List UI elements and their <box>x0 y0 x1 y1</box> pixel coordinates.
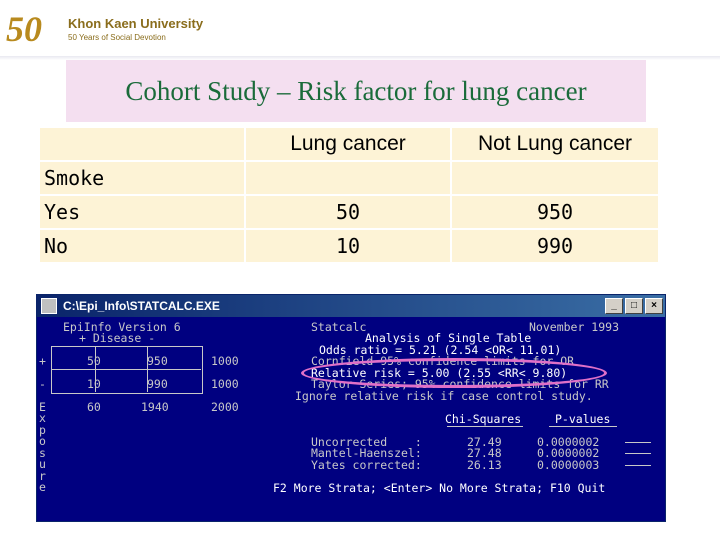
column-total-b: 1940 <box>141 400 169 414</box>
row-label-no: No <box>40 230 244 262</box>
minimize-button[interactable]: _ <box>605 298 623 314</box>
empty-cell <box>246 162 450 194</box>
cell-c: 10 <box>87 377 101 391</box>
console-footer-keys: F2 More Strata; <Enter> No More Strata; … <box>273 481 606 495</box>
chi-label: Yates corrected: <box>311 458 422 472</box>
university-logo: 50 Khon Kaen University 50 Years of Soci… <box>6 6 206 56</box>
close-button[interactable]: × <box>645 298 663 314</box>
column-total-a: 60 <box>87 400 101 414</box>
exposure-plus-sign: + <box>39 354 46 368</box>
contingency-grid <box>51 346 203 394</box>
cell-a: 50 <box>87 354 101 368</box>
empty-cell <box>452 162 658 194</box>
cell-b: 950 <box>147 354 168 368</box>
statcalc-window[interactable]: C:\Epi_Info\STATCALC.EXE _ □ × EpiInfo V… <box>36 294 666 522</box>
p-values-header: P-values <box>555 412 611 426</box>
console-disease-header: + Disease - <box>79 331 156 345</box>
window-titlebar[interactable]: C:\Epi_Info\STATCALC.EXE _ □ × <box>37 295 665 317</box>
window-title: C:\Epi_Info\STATCALC.EXE <box>63 299 220 313</box>
header-lung-cancer: Lung cancer <box>246 128 450 160</box>
row-total: 1000 <box>211 377 239 391</box>
header-blank-cell <box>40 128 244 160</box>
header-underline <box>447 426 523 427</box>
value-dash <box>625 465 651 466</box>
console-app-name: Statcalc <box>311 320 367 334</box>
table-header-row: Lung cancer Not Lung cancer <box>40 128 658 160</box>
row-label-yes: Yes <box>40 196 244 228</box>
logo-subtitle: 50 Years of Social Devotion <box>68 33 166 42</box>
title-box: Cohort Study – Risk factor for lung canc… <box>66 60 646 122</box>
grid-divider <box>51 369 201 370</box>
row-total: 1000 <box>211 354 239 368</box>
value-dash <box>625 442 651 443</box>
relative-risk-highlight-oval <box>301 358 607 388</box>
grand-total: 2000 <box>211 400 239 414</box>
table-row: Yes 50 950 <box>40 196 658 228</box>
p-value: 0.0000003 <box>537 458 600 472</box>
header-underline <box>549 426 617 427</box>
chi-value: 26.13 <box>467 458 502 472</box>
cell-value: 10 <box>246 230 450 262</box>
cell-value: 990 <box>452 230 658 262</box>
logo-anniversary-number: 50 <box>6 9 42 49</box>
cell-value: 50 <box>246 196 450 228</box>
exposure-minus-sign: - <box>39 377 46 391</box>
row-group-label: Smoke <box>40 162 244 194</box>
slide-title: Cohort Study – Risk factor for lung canc… <box>125 76 587 106</box>
exposure-letter: e <box>39 480 46 494</box>
table-row: Smoke <box>40 162 658 194</box>
cell-value: 950 <box>452 196 658 228</box>
console-date: November 1993 <box>529 320 620 334</box>
console-output: EpiInfo Version 6 Statcalc November 1993… <box>37 317 665 521</box>
table-row: No 10 990 <box>40 230 658 262</box>
maximize-button[interactable]: □ <box>625 298 643 314</box>
chi-squares-header: Chi-Squares <box>445 412 522 426</box>
cell-d: 990 <box>147 377 168 391</box>
header-not-lung-cancer: Not Lung cancer <box>452 128 658 160</box>
cohort-table: Lung cancer Not Lung cancer Smoke Yes 50… <box>38 126 660 264</box>
value-dash <box>625 453 651 454</box>
logo-university-name: Khon Kaen University <box>68 16 204 31</box>
system-menu-icon[interactable] <box>41 298 57 314</box>
ignore-note-line: Ignore relative risk if case control stu… <box>295 389 593 403</box>
